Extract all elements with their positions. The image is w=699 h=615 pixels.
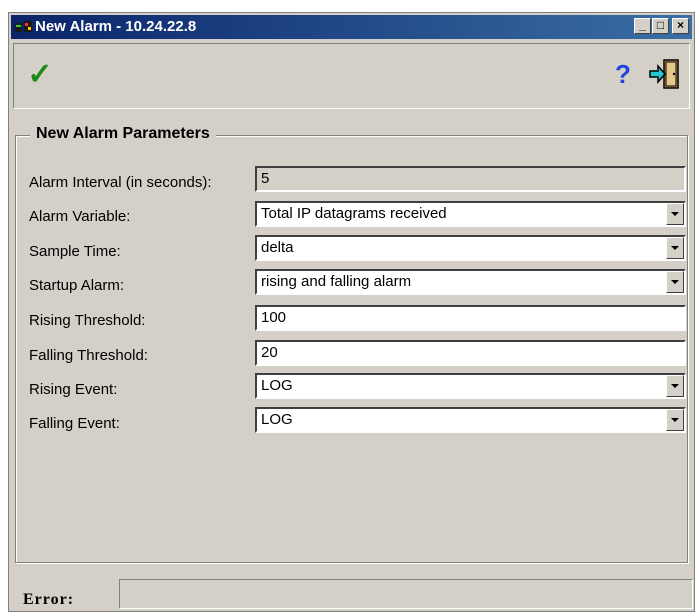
minimize-button[interactable]: _ — [634, 18, 651, 34]
startup-alarm-label: Startup Alarm: — [29, 277, 125, 294]
falling-event-label: Falling Event: — [29, 415, 120, 432]
falling-event-value: LOG — [261, 411, 293, 428]
dropdown-arrow-icon[interactable] — [666, 203, 684, 225]
dropdown-arrow-icon[interactable] — [666, 375, 684, 397]
app-icon — [15, 21, 32, 32]
window-title: New Alarm - 10.24.22.8 — [35, 18, 197, 35]
rising-event-select[interactable]: LOG — [255, 373, 686, 399]
alarm-variable-value: Total IP datagrams received — [261, 205, 447, 222]
alarm-variable-label: Alarm Variable: — [29, 208, 131, 225]
sample-time-value: delta — [261, 239, 294, 256]
rising-event-label: Rising Event: — [29, 381, 118, 398]
rising-threshold-value: 100 — [261, 309, 287, 326]
sample-time-label: Sample Time: — [29, 243, 121, 260]
dropdown-arrow-icon[interactable] — [666, 271, 684, 293]
falling-threshold-label: Falling Threshold: — [29, 347, 148, 364]
maximize-button[interactable]: □ — [652, 18, 669, 34]
exit-door-icon — [649, 59, 679, 89]
rising-threshold-input[interactable]: 100 — [255, 305, 686, 331]
alarm-interval-value: 5 — [261, 170, 270, 187]
falling-event-select[interactable]: LOG — [255, 407, 686, 433]
error-field — [119, 579, 693, 609]
falling-threshold-value: 20 — [261, 344, 278, 361]
dropdown-arrow-icon[interactable] — [666, 409, 684, 431]
rising-threshold-label: Rising Threshold: — [29, 312, 146, 329]
dropdown-arrow-icon[interactable] — [666, 237, 684, 259]
sample-time-select[interactable]: delta — [255, 235, 686, 261]
help-button[interactable]: ? — [603, 52, 643, 96]
group-title: New Alarm Parameters — [30, 125, 216, 143]
toolbar: ✓ ? — [13, 43, 690, 109]
alarm-interval-label: Alarm Interval (in seconds): — [29, 174, 212, 191]
alarm-interval-field: 5 — [255, 166, 686, 192]
alarm-variable-select[interactable]: Total IP datagrams received — [255, 201, 686, 227]
rising-event-value: LOG — [261, 377, 293, 394]
help-icon: ? — [615, 58, 631, 89]
error-label: Error: — [23, 591, 75, 608]
checkmark-icon: ✓ — [27, 57, 53, 91]
exit-button[interactable] — [645, 52, 685, 96]
close-button[interactable]: × — [672, 18, 689, 34]
startup-alarm-value: rising and falling alarm — [261, 273, 412, 290]
ok-button[interactable]: ✓ — [20, 52, 60, 96]
new-alarm-window: New Alarm - 10.24.22.8 _ □ × ✓ ? New Ala… — [8, 12, 695, 612]
startup-alarm-select[interactable]: rising and falling alarm — [255, 269, 686, 295]
falling-threshold-input[interactable]: 20 — [255, 340, 686, 366]
title-bar[interactable]: New Alarm - 10.24.22.8 _ □ × — [11, 15, 692, 39]
